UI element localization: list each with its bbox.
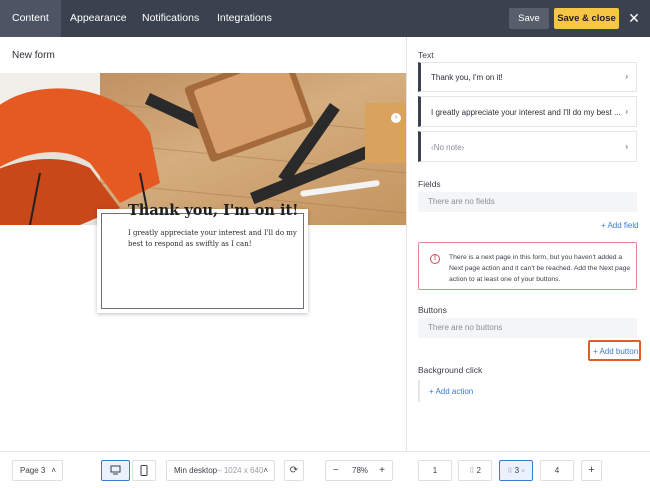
rotate-icon: ⟳ (289, 465, 299, 476)
save-and-close-button[interactable]: Save & close (554, 8, 619, 29)
mobile-icon (140, 465, 148, 476)
background-click-bar (418, 380, 420, 402)
background-click-label: Background click (418, 365, 483, 375)
fields-empty-state: There are no fields (418, 192, 637, 212)
page-select[interactable]: Page 3 ˄ (12, 460, 63, 481)
rotate-button[interactable]: ⟳ (284, 460, 304, 481)
mobile-view-button[interactable] (132, 460, 156, 481)
chevron-right-icon: › (625, 142, 628, 151)
page-1-button[interactable]: 1 (418, 460, 452, 481)
tab-appearance[interactable]: Appearance (58, 0, 139, 37)
page-3-button[interactable]: ⠿ 3 × (499, 460, 533, 481)
page-4-button[interactable]: 4 (540, 460, 574, 481)
chevron-up-icon: ˄ (263, 466, 268, 475)
text-item-label: I greatly appreciate your interest and I… (431, 108, 621, 117)
zoom-out-icon[interactable]: − (333, 461, 339, 480)
bottom-toolbar: Page 3 ˄ Min desktop– 1024 x 640 ˄ ⟳ − 7… (0, 451, 650, 488)
close-icon[interactable]: × (521, 469, 525, 475)
page-number: 4 (554, 466, 560, 475)
chevron-up-icon: ˄ (51, 466, 56, 475)
drag-handle-icon: ⠿ (469, 468, 475, 475)
tab-integrations[interactable]: Integrations (205, 0, 284, 37)
text-item-body[interactable]: I greatly appreciate your interest and I… (418, 96, 637, 127)
zoom-control: − 78% + (325, 460, 393, 481)
desktop-view-button[interactable] (101, 460, 130, 481)
page-select-value: Page 3 (20, 466, 46, 475)
page-number: 3 (514, 466, 520, 475)
text-item-label: Thank you, I'm on it! (431, 73, 503, 82)
thank-you-card[interactable] (97, 209, 308, 313)
page-2-button[interactable]: ⠿ 2 (458, 460, 492, 481)
chevron-right-icon: › (625, 107, 628, 116)
chevron-right-icon[interactable]: › (391, 113, 401, 123)
zoom-in-icon[interactable]: + (379, 461, 385, 480)
device-select-value: Min desktop (174, 466, 218, 475)
pane-divider (406, 37, 407, 488)
page-number: 2 (476, 466, 481, 475)
card-heading[interactable]: Thank you, I'm on it! (128, 202, 299, 219)
next-page-warning: ! There is a next page in this form, but… (418, 242, 637, 290)
save-button[interactable]: Save (509, 8, 549, 29)
buttons-empty-state: There are no buttons (418, 318, 637, 338)
add-action-button[interactable]: + Add action (429, 387, 473, 396)
add-button-button[interactable]: + Add button (593, 347, 638, 356)
add-page-button[interactable]: + (581, 460, 602, 481)
warning-text: There is a next page in this form, but y… (449, 254, 631, 283)
alert-icon: ! (430, 254, 440, 264)
device-size: – 1024 x 640 (217, 466, 264, 475)
text-item-label: ‹No note› (431, 143, 465, 152)
top-nav: Content Appearance Notifications Integra… (0, 0, 650, 37)
close-icon[interactable]: ✕ (626, 9, 642, 27)
zoom-value: 78% (352, 466, 369, 475)
drag-handle-icon: ⠿ (507, 468, 513, 475)
plus-icon: + (588, 464, 595, 476)
tab-notifications[interactable]: Notifications (130, 0, 211, 37)
tab-content[interactable]: Content (0, 0, 61, 37)
desktop-icon (110, 465, 121, 475)
text-section-label: Text (418, 50, 434, 60)
form-title: New form (12, 50, 55, 61)
fields-section-label: Fields (418, 179, 441, 189)
device-select[interactable]: Min desktop– 1024 x 640 ˄ (166, 460, 275, 481)
card-body[interactable]: I greatly appreciate your interest and I… (128, 228, 303, 249)
text-item-note[interactable]: ‹No note› › (418, 131, 637, 162)
chevron-right-icon: › (625, 72, 628, 81)
buttons-section-label: Buttons (418, 305, 447, 315)
add-field-button[interactable]: + Add field (601, 221, 639, 230)
page-number: 1 (432, 466, 438, 475)
text-item-heading[interactable]: Thank you, I'm on it! › (418, 62, 637, 92)
